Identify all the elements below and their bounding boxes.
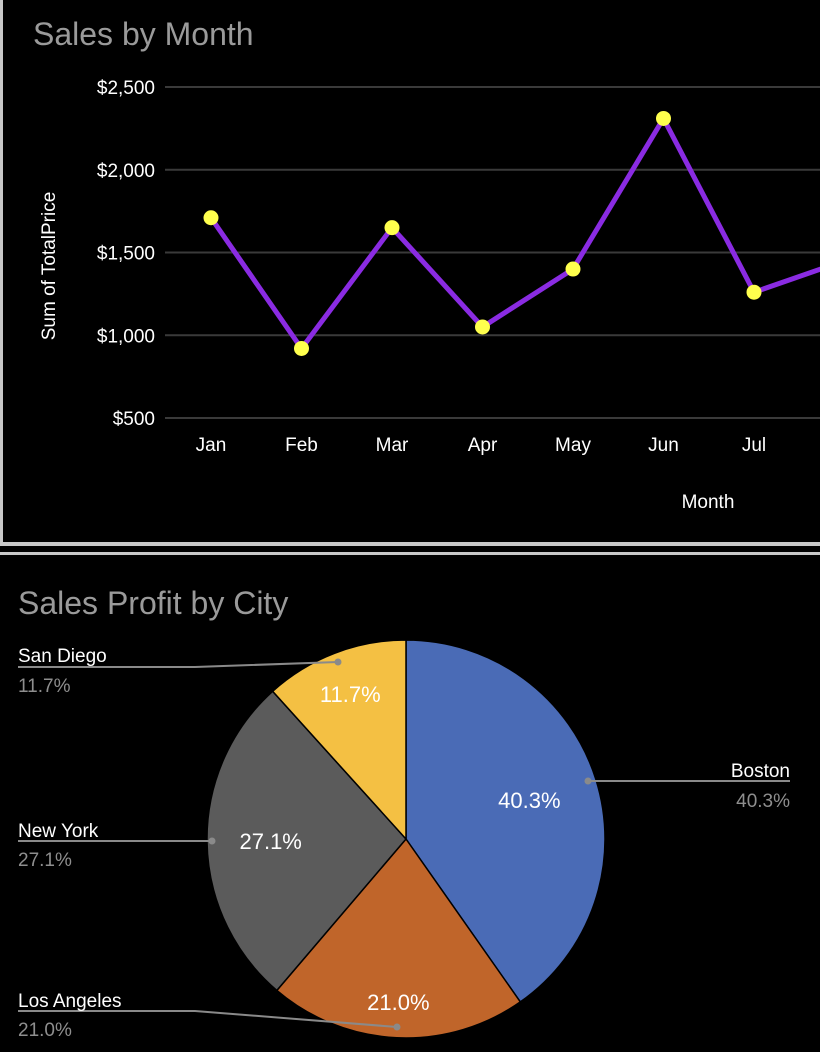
- legend-percent-san-diego: 11.7%: [18, 676, 71, 697]
- data-point-jul[interactable]: [746, 284, 762, 300]
- data-point-apr[interactable]: [475, 319, 490, 335]
- slice-value-label: 11.7%: [320, 682, 381, 707]
- line-chart-svg: $500 $1,000 $1,500 $2,000 $2,500 Jan Feb Mar Apr…: [39, 78, 820, 513]
- x-tick-label: Mar: [376, 435, 409, 456]
- sales-line-series: [208, 113, 820, 353]
- legend-percent-new-york: 27.1%: [18, 850, 72, 871]
- x-tick-label: May: [555, 435, 591, 456]
- slice-value-label: 40.3%: [498, 788, 560, 813]
- x-tick-label: Jun: [648, 435, 679, 456]
- data-point-may[interactable]: [565, 261, 581, 277]
- data-point-jun[interactable]: [656, 110, 671, 126]
- leader-dot: [208, 837, 216, 845]
- x-tick-label: Feb: [285, 435, 318, 456]
- y-tick-label: $2,000: [97, 161, 155, 182]
- x-axis-title: Month: [682, 492, 735, 513]
- leader-dot: [334, 658, 342, 666]
- sales-profit-by-city-panel: Sales Profit by City 40.3% 21.0% 27.1% 11.7…: [0, 552, 820, 1049]
- data-point-jan[interactable]: [203, 210, 219, 226]
- legend-label-new-york: New York: [18, 821, 99, 842]
- slice-value-label: 27.1%: [239, 829, 301, 854]
- legend-percent-boston: 40.3%: [736, 791, 790, 812]
- legend-label-los-angeles: Los Angeles: [18, 991, 122, 1012]
- y-tick-label: $1,500: [97, 244, 155, 265]
- data-point-feb[interactable]: [294, 340, 309, 356]
- legend-label-boston: Boston: [731, 761, 790, 782]
- y-tick-label: $2,500: [97, 78, 155, 99]
- data-point-mar[interactable]: [384, 220, 400, 236]
- legend-label-san-diego: San Diego: [18, 646, 107, 667]
- legend-percent-los-angeles: 21.0%: [18, 1020, 72, 1041]
- y-axis-title: Sum of TotalPrice: [39, 192, 60, 341]
- leader-dot: [584, 777, 592, 785]
- y-tick-label: $1,000: [97, 326, 155, 347]
- pie-chart-svg: 40.3% 21.0% 27.1% 11.7% Boston 40.3% Los Angel…: [18, 639, 790, 1041]
- y-tick-label: $500: [113, 409, 155, 430]
- x-tick-label: Jul: [742, 435, 766, 456]
- x-tick-label: Apr: [468, 435, 498, 456]
- sales-by-month-panel: Sales by Month $500 $1,000 $1,500 $2,000 $2,…: [0, 0, 820, 546]
- leader-dot: [393, 1023, 401, 1031]
- x-tick-label: Jan: [196, 435, 227, 456]
- slice-value-label: 21.0%: [367, 990, 429, 1015]
